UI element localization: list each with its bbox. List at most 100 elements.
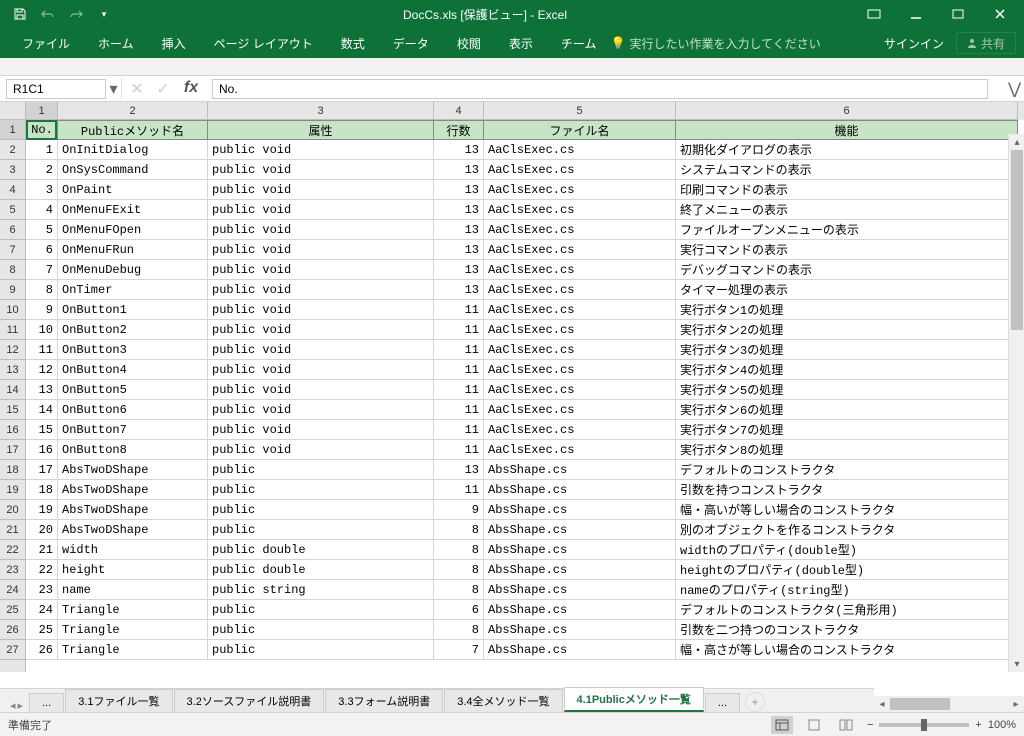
cell[interactable]: 実行コマンドの表示 bbox=[676, 240, 1018, 260]
row-header[interactable]: 23 bbox=[0, 560, 25, 580]
cell[interactable]: 24 bbox=[26, 600, 58, 620]
select-all-button[interactable] bbox=[0, 102, 26, 120]
tab-home[interactable]: ホーム bbox=[84, 28, 148, 58]
cell[interactable]: 8 bbox=[434, 540, 484, 560]
cell[interactable]: 実行ボタン7の処理 bbox=[676, 420, 1018, 440]
cell[interactable]: 13 bbox=[434, 160, 484, 180]
cell[interactable]: 11 bbox=[434, 400, 484, 420]
cell[interactable]: OnSysCommand bbox=[58, 160, 208, 180]
column-header[interactable]: 6 bbox=[676, 102, 1018, 120]
row-header[interactable]: 22 bbox=[0, 540, 25, 560]
cell[interactable]: 印刷コマンドの表示 bbox=[676, 180, 1018, 200]
sheet-tab-overflow-right[interactable]: ... bbox=[705, 693, 740, 712]
row-header[interactable]: 19 bbox=[0, 480, 25, 500]
cell[interactable]: AaClsExec.cs bbox=[484, 440, 676, 460]
cell[interactable]: ファイルオープンメニューの表示 bbox=[676, 220, 1018, 240]
cell[interactable]: 13 bbox=[434, 180, 484, 200]
table-header-cell[interactable]: No. bbox=[26, 120, 58, 140]
cell[interactable]: AbsShape.cs bbox=[484, 580, 676, 600]
sheet-tab[interactable]: 3.1ファイル一覧 bbox=[65, 689, 172, 712]
cell[interactable]: AaClsExec.cs bbox=[484, 140, 676, 160]
cell[interactable]: 17 bbox=[26, 460, 58, 480]
row-header[interactable]: 17 bbox=[0, 440, 25, 460]
cell[interactable]: 初期化ダイアログの表示 bbox=[676, 140, 1018, 160]
vertical-scrollbar[interactable]: ▴ ▾ bbox=[1008, 134, 1024, 672]
cell[interactable]: AaClsExec.cs bbox=[484, 380, 676, 400]
row-header[interactable]: 14 bbox=[0, 380, 25, 400]
cell[interactable]: OnButton6 bbox=[58, 400, 208, 420]
view-normal-button[interactable] bbox=[771, 716, 793, 734]
cell[interactable]: 2 bbox=[26, 160, 58, 180]
view-pagelayout-button[interactable] bbox=[803, 716, 825, 734]
cell[interactable]: OnInitDialog bbox=[58, 140, 208, 160]
formula-expand-icon[interactable]: ⋁ bbox=[1008, 79, 1024, 99]
cell[interactable]: OnButton7 bbox=[58, 420, 208, 440]
cell[interactable]: AaClsExec.cs bbox=[484, 240, 676, 260]
cell[interactable]: public double bbox=[208, 540, 434, 560]
cell[interactable]: 8 bbox=[434, 620, 484, 640]
cell[interactable]: 14 bbox=[26, 400, 58, 420]
table-header-cell[interactable]: 属性 bbox=[208, 120, 434, 140]
table-header-cell[interactable]: Publicメソッド名 bbox=[58, 120, 208, 140]
horizontal-scrollbar[interactable]: ◂ ▸ bbox=[874, 696, 1024, 712]
cell[interactable]: AaClsExec.cs bbox=[484, 200, 676, 220]
namebox-dropdown-icon[interactable]: ▾ bbox=[106, 78, 122, 100]
scroll-thumb-horizontal[interactable] bbox=[890, 698, 950, 710]
cell[interactable]: AbsShape.cs bbox=[484, 620, 676, 640]
redo-button[interactable] bbox=[64, 2, 88, 26]
cell[interactable]: 5 bbox=[26, 220, 58, 240]
cell[interactable]: 11 bbox=[434, 380, 484, 400]
cell[interactable]: デフォルトのコンストラクタ(三角形用) bbox=[676, 600, 1018, 620]
table-header-cell[interactable]: 機能 bbox=[676, 120, 1018, 140]
cell[interactable]: 8 bbox=[26, 280, 58, 300]
cell[interactable]: 終了メニューの表示 bbox=[676, 200, 1018, 220]
name-box[interactable] bbox=[6, 79, 106, 99]
zoom-level[interactable]: 100% bbox=[988, 719, 1016, 731]
cell[interactable]: Triangle bbox=[58, 600, 208, 620]
signin-button[interactable]: サインイン bbox=[872, 35, 956, 52]
cell[interactable]: heightのプロパティ(double型) bbox=[676, 560, 1018, 580]
cell[interactable]: OnButton1 bbox=[58, 300, 208, 320]
row-header[interactable]: 9 bbox=[0, 280, 25, 300]
cell[interactable]: widthのプロパティ(double型) bbox=[676, 540, 1018, 560]
cell[interactable]: 4 bbox=[26, 200, 58, 220]
cell[interactable]: 11 bbox=[26, 340, 58, 360]
cell[interactable]: デフォルトのコンストラクタ bbox=[676, 460, 1018, 480]
cell[interactable]: AaClsExec.cs bbox=[484, 360, 676, 380]
cell[interactable]: 幅・高いが等しい場合のコンストラクタ bbox=[676, 500, 1018, 520]
row-header[interactable]: 5 bbox=[0, 200, 25, 220]
cell[interactable]: 13 bbox=[434, 260, 484, 280]
sheet-tab-overflow-left[interactable]: ... bbox=[29, 693, 64, 712]
table-header-cell[interactable]: ファイル名 bbox=[484, 120, 676, 140]
view-pagebreak-button[interactable] bbox=[835, 716, 857, 734]
qat-customize-icon[interactable]: ▾ bbox=[92, 2, 116, 26]
cell[interactable]: 16 bbox=[26, 440, 58, 460]
sheet-tab[interactable]: 4.1Publicメソッド一覧 bbox=[564, 687, 704, 712]
cell[interactable]: 8 bbox=[434, 560, 484, 580]
cell[interactable]: Triangle bbox=[58, 620, 208, 640]
cell[interactable]: OnButton4 bbox=[58, 360, 208, 380]
cell[interactable]: public void bbox=[208, 420, 434, 440]
row-header[interactable]: 16 bbox=[0, 420, 25, 440]
cell[interactable]: AbsShape.cs bbox=[484, 560, 676, 580]
row-header[interactable]: 20 bbox=[0, 500, 25, 520]
cell[interactable]: public void bbox=[208, 380, 434, 400]
cell[interactable]: public void bbox=[208, 160, 434, 180]
cell[interactable]: AbsTwoDShape bbox=[58, 520, 208, 540]
cell[interactable]: AaClsExec.cs bbox=[484, 160, 676, 180]
row-header[interactable]: 2 bbox=[0, 140, 25, 160]
cell[interactable]: 幅・高さが等しい場合のコンストラクタ bbox=[676, 640, 1018, 660]
row-header[interactable]: 1 bbox=[0, 120, 25, 140]
cell[interactable]: public void bbox=[208, 240, 434, 260]
cell[interactable]: AbsTwoDShape bbox=[58, 500, 208, 520]
cell[interactable]: public bbox=[208, 500, 434, 520]
cell[interactable]: OnButton8 bbox=[58, 440, 208, 460]
cell[interactable]: height bbox=[58, 560, 208, 580]
cell[interactable]: AaClsExec.cs bbox=[484, 220, 676, 240]
cell[interactable]: public void bbox=[208, 360, 434, 380]
cell[interactable]: 別のオブジェクトを作るコンストラクタ bbox=[676, 520, 1018, 540]
cell[interactable]: 実行ボタン3の処理 bbox=[676, 340, 1018, 360]
maximize-button[interactable] bbox=[938, 2, 978, 26]
cell[interactable]: AaClsExec.cs bbox=[484, 340, 676, 360]
tab-team[interactable]: チーム bbox=[547, 28, 611, 58]
